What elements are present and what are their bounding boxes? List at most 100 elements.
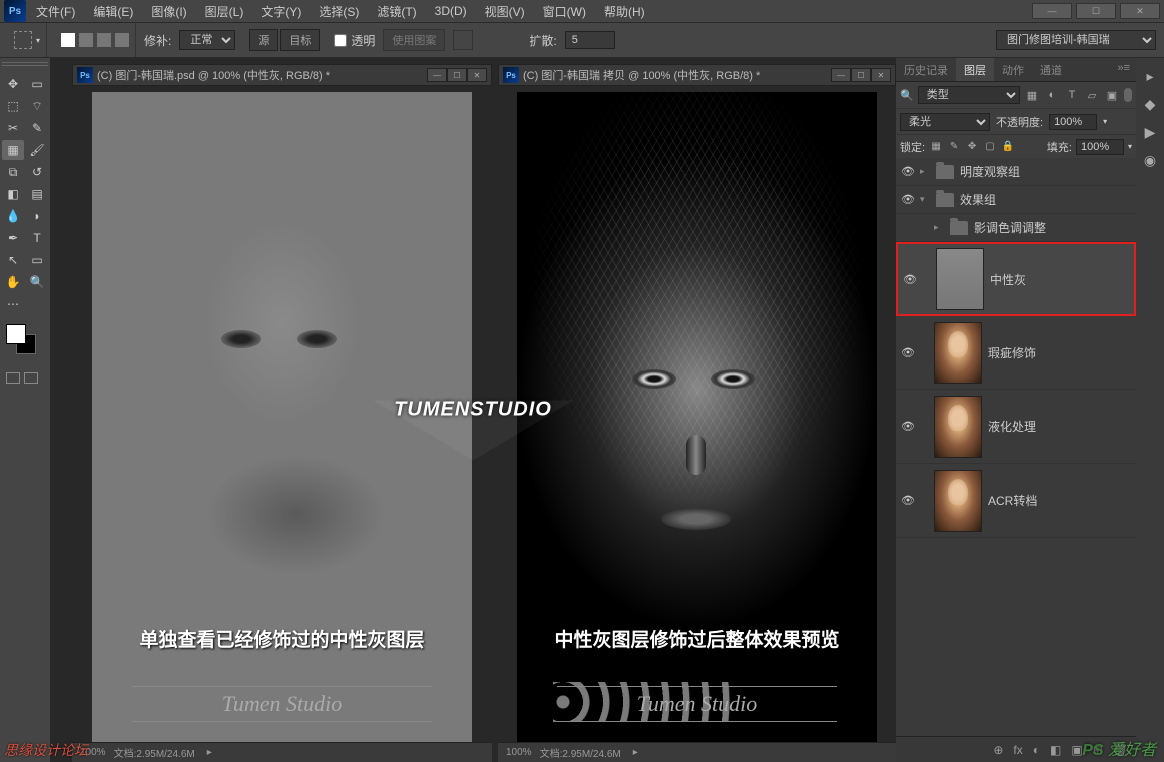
doc2-zoom[interactable]: 100% (506, 747, 532, 758)
minimize-button[interactable]: — (1032, 3, 1072, 19)
fx-icon[interactable]: fx (1013, 743, 1022, 757)
chevron-down-icon[interactable]: ▾ (1103, 117, 1107, 126)
doc2-canvas[interactable]: 中性灰图层修饰过后整体效果预览 Tumen Studio (498, 86, 896, 742)
patch-tool[interactable]: ▦ (2, 140, 24, 160)
menu-help[interactable]: 帮助(H) (596, 0, 653, 23)
filter-type-icon[interactable]: T (1064, 87, 1080, 103)
pattern-preview[interactable] (453, 30, 473, 50)
layer-group-tonal[interactable]: ▸影调色调调整 (896, 214, 1136, 242)
doc2-docinfo[interactable]: 文档:2.95M/24.6M (540, 745, 621, 760)
eyedropper-tool[interactable]: ✎ (26, 118, 48, 138)
visibility-toggle[interactable]: 👁 (898, 273, 922, 286)
lock-all-icon[interactable]: 🔒 (1001, 140, 1015, 154)
doc2-minimize[interactable]: — (831, 68, 851, 82)
layer-thumbnail[interactable] (934, 396, 982, 458)
workspace-select[interactable]: 图门修图培训-韩国瑞 (996, 30, 1156, 50)
visibility-toggle[interactable]: 👁 (896, 193, 920, 206)
doc1-canvas[interactable]: 单独查看已经修饰过的中性灰图层 Tumen Studio (72, 86, 492, 742)
layer-group-brightness[interactable]: 👁 ▸明度观察组 (896, 158, 1136, 186)
transparent-checkbox[interactable]: 透明 (334, 32, 375, 49)
move-tool[interactable]: ✥ (2, 74, 24, 94)
color-swatches[interactable] (2, 324, 48, 360)
filter-smart-icon[interactable]: ▣ (1104, 87, 1120, 103)
menu-layer[interactable]: 图层(L) (197, 0, 252, 23)
menu-file[interactable]: 文件(F) (28, 0, 83, 23)
group-icon[interactable]: ▣ (1071, 743, 1082, 757)
tab-channels[interactable]: 通道 (1032, 58, 1070, 81)
blend-mode-select[interactable]: 柔光 (900, 113, 990, 131)
layer-group-effects[interactable]: 👁 ▾效果组 (896, 186, 1136, 214)
link-layers-icon[interactable]: ⊕ (993, 743, 1003, 757)
selection-intersect-icon[interactable] (115, 33, 129, 47)
shape-tool[interactable]: ▭ (26, 250, 48, 270)
visibility-toggle[interactable]: 👁 (896, 346, 920, 359)
mask-icon[interactable]: ◐ (1033, 743, 1040, 757)
type-tool[interactable]: T (26, 228, 48, 248)
blur-tool[interactable]: 💧 (2, 206, 24, 226)
path-tool[interactable]: ↖ (2, 250, 24, 270)
opacity-input[interactable] (1049, 114, 1097, 130)
close-button[interactable]: ✕ (1120, 3, 1160, 19)
marquee-tool[interactable]: ⬚ (2, 96, 24, 116)
tool-preset-icon[interactable] (14, 31, 32, 49)
layer-thumbnail[interactable] (936, 248, 984, 310)
fill-input[interactable] (1076, 139, 1124, 155)
filter-toggle[interactable] (1124, 88, 1132, 102)
transparent-input[interactable] (334, 34, 347, 47)
screenmode-icon[interactable] (24, 372, 38, 384)
doc1-close[interactable]: ✕ (467, 68, 487, 82)
lock-artboard-icon[interactable]: ▢ (983, 140, 997, 154)
eraser-tool[interactable]: ◧ (2, 184, 24, 204)
doc1-docinfo[interactable]: 文档:2.95M/24.6M (114, 745, 195, 760)
history-brush-tool[interactable]: ↺ (26, 162, 48, 182)
menu-filter[interactable]: 滤镜(T) (369, 0, 424, 23)
properties-icon[interactable]: ◆ (1140, 94, 1160, 114)
layer-thumbnail[interactable] (934, 470, 982, 532)
selection-add-icon[interactable] (79, 33, 93, 47)
tab-layers[interactable]: 图层 (956, 58, 994, 81)
filter-pixel-icon[interactable]: ▦ (1024, 87, 1040, 103)
brush-tool[interactable]: 🖌 (26, 140, 48, 160)
hand-tool[interactable]: ✋ (2, 272, 24, 292)
chevron-down-icon[interactable]: ▾ (36, 36, 40, 45)
target-button[interactable]: 目标 (280, 29, 320, 51)
layer-neutral-gray[interactable]: 👁 中性灰 (896, 242, 1136, 316)
doc1-maximize[interactable]: ☐ (447, 68, 467, 82)
quickmask-icon[interactable] (6, 372, 20, 384)
menu-window[interactable]: 窗口(W) (535, 0, 594, 23)
filter-shape-icon[interactable]: ▱ (1084, 87, 1100, 103)
gradient-tool[interactable]: ▤ (26, 184, 48, 204)
use-pattern-button[interactable]: 使用图案 (383, 29, 445, 51)
toolbar-grip[interactable] (2, 62, 48, 70)
selection-subtract-icon[interactable] (97, 33, 111, 47)
lock-position-icon[interactable]: ✥ (965, 140, 979, 154)
layer-acr[interactable]: 👁 ACR转档 (896, 464, 1136, 538)
visibility-toggle[interactable]: 👁 (896, 165, 920, 178)
repair-mode-select[interactable]: 正常 (179, 30, 235, 50)
edit-toolbar[interactable]: ⋯ (2, 294, 24, 314)
doc2-header[interactable]: Ps (C) 图门-韩国瑞 拷贝 @ 100% (中性灰, RGB/8) * —… (498, 64, 896, 86)
collapse-icon[interactable]: ▸ (1140, 66, 1160, 86)
foreground-color[interactable] (6, 324, 26, 344)
visibility-toggle[interactable]: 👁 (896, 494, 920, 507)
menu-edit[interactable]: 编辑(E) (85, 0, 141, 23)
search-icon[interactable]: 🔍 (900, 89, 914, 102)
diffuse-input[interactable] (565, 31, 615, 49)
filter-type-select[interactable]: 类型 (918, 86, 1020, 104)
layer-thumbnail[interactable] (934, 322, 982, 384)
info-icon[interactable]: ◉ (1140, 150, 1160, 170)
tab-actions[interactable]: 动作 (994, 58, 1032, 81)
menu-select[interactable]: 选择(S) (311, 0, 367, 23)
lock-transparent-icon[interactable]: ▦ (929, 140, 943, 154)
crop-tool[interactable]: ✂ (2, 118, 24, 138)
menu-image[interactable]: 图像(I) (143, 0, 194, 23)
panel-menu-icon[interactable]: »≡ (1111, 58, 1136, 81)
menu-type[interactable]: 文字(Y) (253, 0, 309, 23)
pen-tool[interactable]: ✒ (2, 228, 24, 248)
adjustment-icon[interactable]: ◧ (1050, 743, 1061, 757)
menu-view[interactable]: 视图(V) (477, 0, 533, 23)
dodge-tool[interactable]: ◗ (26, 206, 48, 226)
menu-3d[interactable]: 3D(D) (427, 1, 475, 21)
doc1-header[interactable]: Ps (C) 图门-韩国瑞.psd @ 100% (中性灰, RGB/8) * … (72, 64, 492, 86)
source-button[interactable]: 源 (249, 29, 278, 51)
